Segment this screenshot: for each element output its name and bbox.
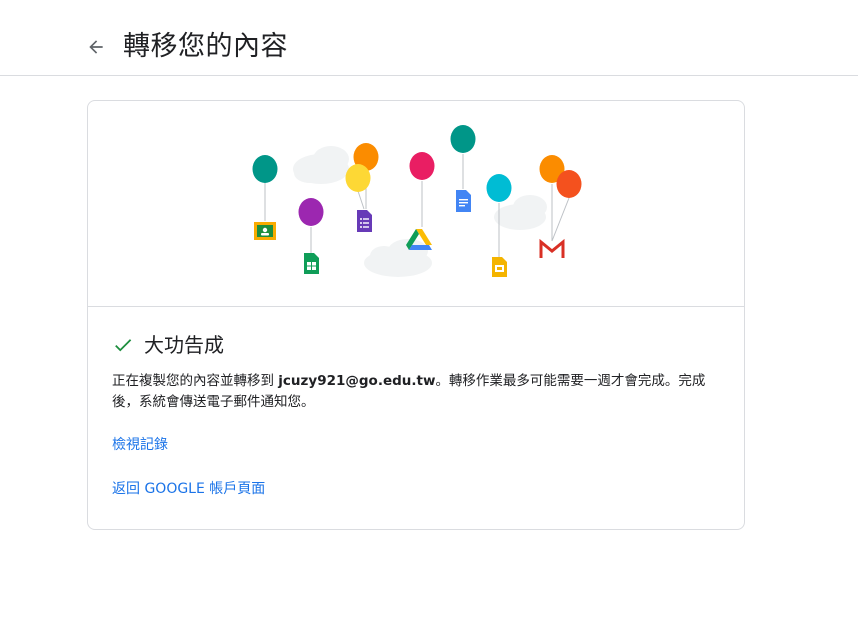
docs-icon	[456, 190, 471, 212]
cloud-1	[293, 146, 349, 184]
gmail-icon	[539, 238, 565, 258]
status-message: 正在複製您的內容並轉移到 jcuzy921@go.edu.tw。轉移作業最多可能…	[112, 371, 722, 413]
balloons-illustration	[252, 125, 582, 277]
classroom-icon	[254, 222, 276, 240]
slides-icon	[492, 257, 507, 277]
message-part-1: 正在複製您的內容並轉移到	[112, 373, 279, 389]
status-title: 大功告成	[144, 333, 224, 357]
status-row: 大功告成	[112, 331, 224, 359]
balloon-teal-2	[450, 125, 476, 153]
balloon-yellow	[345, 164, 371, 192]
card-divider	[88, 306, 744, 307]
view-history-link[interactable]: 檢視記錄	[112, 435, 168, 455]
balloon-purple	[298, 198, 324, 226]
target-email: jcuzy921@go.edu.tw	[278, 373, 436, 389]
checkmark-icon	[115, 339, 132, 352]
page-title: 轉移您的內容	[123, 31, 288, 62]
back-to-account-link[interactable]: 返回 GOOGLE 帳戶頁面	[112, 479, 265, 499]
drive-icon	[406, 229, 432, 250]
arrow-left-icon	[89, 40, 103, 54]
balloon-cyan	[486, 174, 512, 202]
balloon-pink	[409, 152, 435, 180]
forms-icon	[357, 210, 372, 232]
cloud-3	[364, 239, 432, 277]
transfer-card: 大功告成 正在複製您的內容並轉移到 jcuzy921@go.edu.tw。轉移作…	[87, 100, 745, 530]
balloon-orange-red	[556, 170, 582, 198]
page-header: 轉移您的內容	[0, 0, 858, 76]
sheets-icon	[304, 253, 319, 274]
balloon-teal-1	[252, 155, 278, 183]
back-button[interactable]	[82, 33, 110, 61]
